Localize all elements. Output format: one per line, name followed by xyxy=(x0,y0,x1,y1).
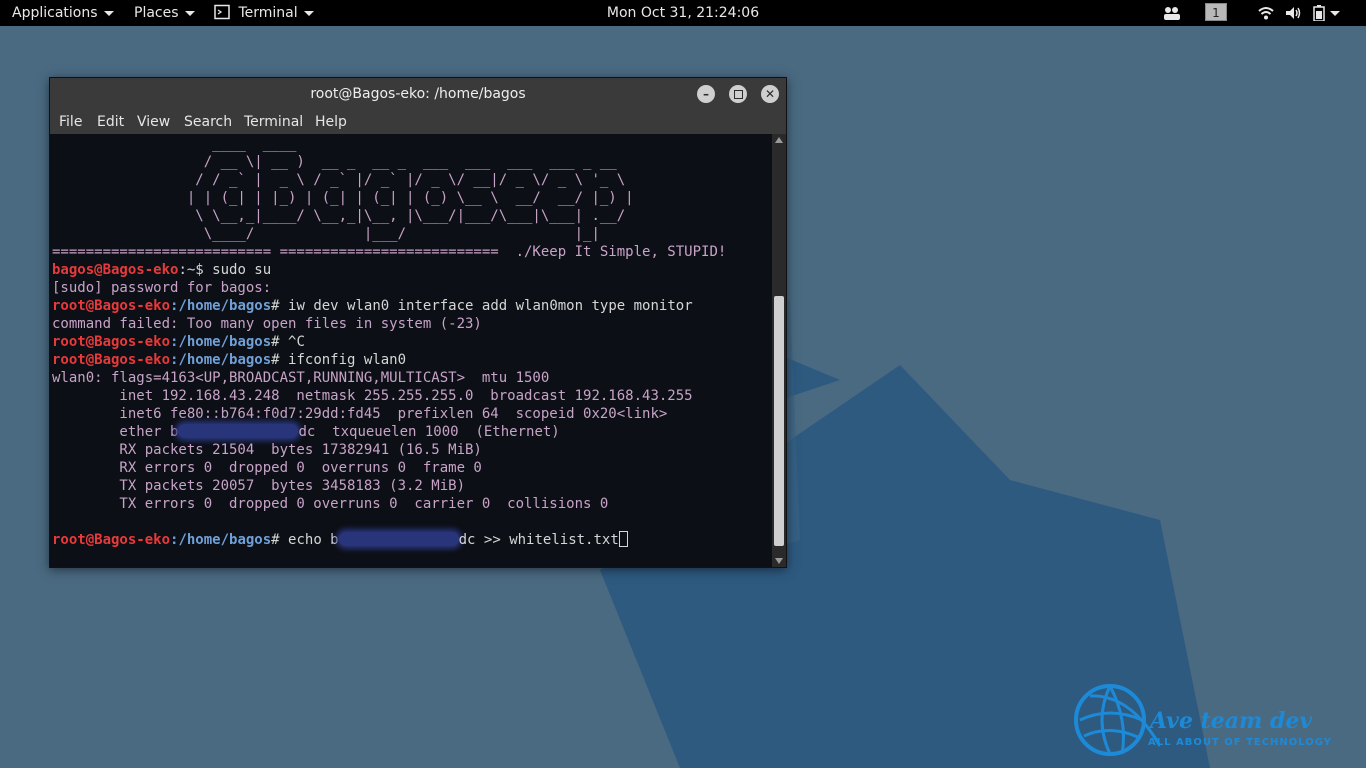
ifconfig-line: inet6 fe80::b764:f0d7:29dd:fd45 prefixle… xyxy=(52,406,668,422)
globe-logo-icon xyxy=(1074,684,1160,756)
volume-icon[interactable] xyxy=(1285,6,1302,20)
terminal-output[interactable]: ____ ____ / __ \| __ ) __ _ __ _ ___ ___… xyxy=(50,134,772,567)
ascii-banner-line: / / _` | _ \ / _` |/ _` |/ _ \/ __|/ _ \… xyxy=(52,172,626,188)
ether-suffix: dc txqueuelen 1000 (Ethernet) xyxy=(298,424,560,440)
menubar: File Edit View Search Terminal Help xyxy=(50,110,786,134)
clock[interactable]: Mon Oct 31, 21:24:06 xyxy=(0,0,1366,26)
prompt-hash: # xyxy=(271,352,280,368)
menu-search[interactable]: Search xyxy=(184,110,232,134)
ascii-banner-line: ____ ____ xyxy=(52,136,297,152)
prompt-user: bagos@Bagos-eko xyxy=(52,262,179,278)
command-text: ifconfig wlan0 xyxy=(279,352,407,368)
menu-terminal[interactable]: Terminal xyxy=(244,110,303,134)
close-icon: ✕ xyxy=(764,87,776,101)
prompt-path: :/home/bagos xyxy=(170,298,272,314)
prompt-host: root@Bagos-eko xyxy=(52,532,171,548)
command-text: sudo su xyxy=(203,262,272,278)
ifconfig-line: inet 192.168.43.248 netmask 255.255.255.… xyxy=(52,388,693,404)
maximize-button[interactable] xyxy=(729,85,747,103)
ascii-banner-line: \ \__,_|____/ \__,_|\__, |\___/|___/\___… xyxy=(52,208,626,224)
prompt-tail: :~$ xyxy=(178,262,204,278)
ifconfig-line: wlan0: flags=4163<UP,BROADCAST,RUNNING,M… xyxy=(52,370,550,386)
top-panel: Applications Places Terminal Mon Oct 31,… xyxy=(0,0,1366,26)
maximize-icon xyxy=(733,90,743,99)
echo-suffix: dc >> whitelist.txt xyxy=(458,532,619,548)
scroll-down-icon[interactable] xyxy=(775,558,783,564)
prompt-hash: # xyxy=(271,532,280,548)
prompt-path: :/home/bagos xyxy=(170,352,272,368)
ifconfig-line: RX packets 21504 bytes 17382941 (16.5 Mi… xyxy=(52,442,482,458)
ascii-banner-line: \____/ |___/ |_| xyxy=(52,226,600,242)
window-titlebar[interactable]: root@Bagos-eko: /home/bagos – ✕ xyxy=(50,78,786,110)
ether-prefix: ether b xyxy=(52,424,179,440)
battery-icon[interactable] xyxy=(1313,5,1325,21)
banner-separator: ========================== =============… xyxy=(52,244,727,260)
error-output: command failed: Too many open files in s… xyxy=(52,316,482,332)
ascii-banner-line: / __ \| __ ) __ _ __ _ ___ ___ ___ ___ _… xyxy=(52,154,617,170)
prompt-path: :/home/bagos xyxy=(170,532,272,548)
scrollbar-thumb[interactable] xyxy=(774,296,784,546)
prompt-host: root@Bagos-eko xyxy=(52,352,171,368)
redacted-mac xyxy=(178,424,299,438)
watermark-name: Ave team dev xyxy=(1150,708,1313,734)
command-text: iw dev wlan0 interface add wlan0mon type… xyxy=(279,298,693,314)
prompt-host: root@Bagos-eko xyxy=(52,298,171,314)
scrollbar[interactable] xyxy=(772,134,786,567)
scroll-up-icon[interactable] xyxy=(775,137,783,143)
ifconfig-line: TX errors 0 dropped 0 overruns 0 carrier… xyxy=(52,496,609,512)
ifconfig-line: RX errors 0 dropped 0 overruns 0 frame 0 xyxy=(52,460,482,476)
sudo-password-prompt: [sudo] password for bagos: xyxy=(52,280,272,296)
ascii-banner-line: | | (_| | |_) | (_| | (_| | (_) \__ \ __… xyxy=(52,190,634,206)
power-menu-icon[interactable] xyxy=(1330,11,1340,16)
prompt-hash: # xyxy=(271,298,280,314)
text-cursor xyxy=(618,531,628,547)
wifi-icon[interactable] xyxy=(1258,6,1274,20)
redacted-mac xyxy=(338,532,459,546)
minimize-button[interactable]: – xyxy=(697,85,715,103)
menu-file[interactable]: File xyxy=(59,110,82,134)
window-title: root@Bagos-eko: /home/bagos xyxy=(310,86,526,102)
people-icon[interactable] xyxy=(1163,6,1181,20)
command-text: ^C xyxy=(279,334,305,350)
watermark: Ave team dev ALL ABOUT OF TECHNOLOGY xyxy=(1070,676,1340,766)
close-button[interactable]: ✕ xyxy=(761,85,779,103)
ifconfig-line: TX packets 20057 bytes 3458183 (3.2 MiB) xyxy=(52,478,466,494)
menu-edit[interactable]: Edit xyxy=(97,110,124,134)
menu-help[interactable]: Help xyxy=(315,110,347,134)
workspace-indicator[interactable]: 1 xyxy=(1205,3,1227,21)
prompt-hash: # xyxy=(271,334,280,350)
echo-prefix: echo b xyxy=(279,532,339,548)
prompt-host: root@Bagos-eko xyxy=(52,334,171,350)
watermark-tagline: ALL ABOUT OF TECHNOLOGY xyxy=(1148,737,1333,748)
minimize-icon: – xyxy=(703,87,709,101)
menu-view[interactable]: View xyxy=(137,110,170,134)
prompt-path: :/home/bagos xyxy=(170,334,272,350)
terminal-window: root@Bagos-eko: /home/bagos – ✕ File Edi… xyxy=(49,77,787,568)
